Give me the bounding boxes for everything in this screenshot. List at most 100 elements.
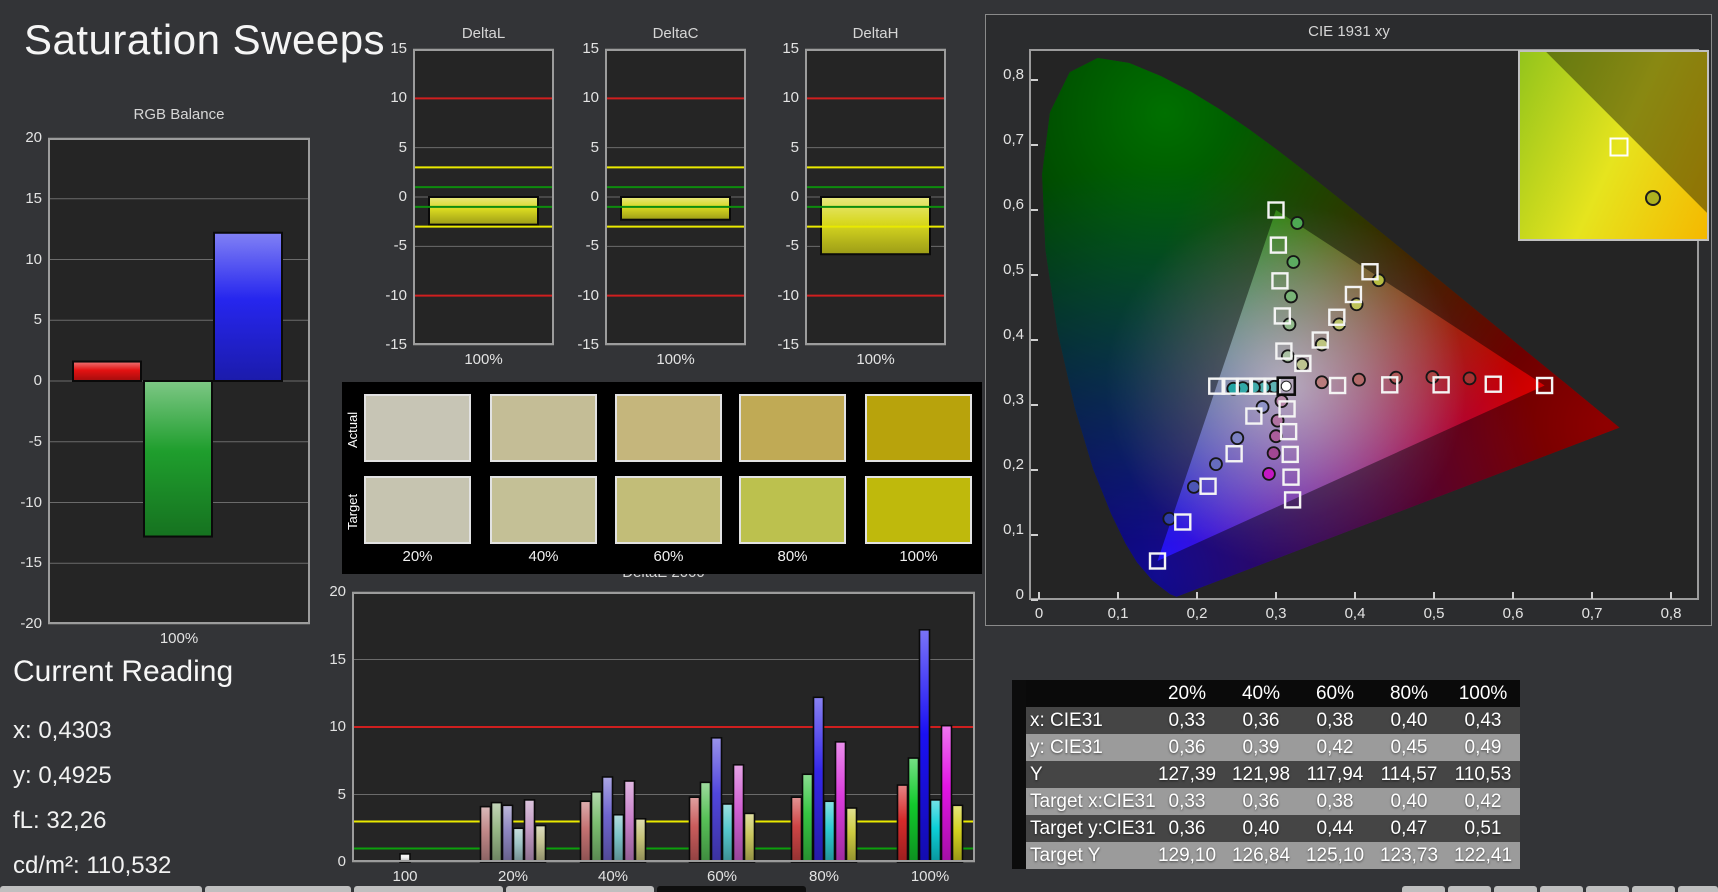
y-tick-label: -20 <box>20 615 42 632</box>
table-row-label: Target x:CIE31 <box>1030 791 1156 812</box>
y-tick-label: -10 <box>385 286 407 304</box>
x-axis-label: 20% <box>497 868 529 885</box>
current-reading-value: x: 0,4303 <box>13 717 112 744</box>
measured-point-red <box>1462 371 1477 386</box>
swatch-actual-80% <box>739 394 846 462</box>
y-tick-label: -15 <box>777 336 799 353</box>
table-row-label: Y <box>1030 764 1043 785</box>
x-tick-label: 0,6 <box>1502 605 1524 622</box>
swatch-col-label: 100% <box>899 548 938 565</box>
y-tick-label: 0,7 <box>1003 131 1024 148</box>
y-tick-label: 0 <box>790 188 799 205</box>
swatch-panel: Actual Target 20% 40% 60% 80% 100% <box>342 382 982 574</box>
table-row: Target y:CIE31 0,36 0,40 0,44 0,47 0,51 <box>1026 815 1520 842</box>
table-cell: 0,49 <box>1464 737 1502 758</box>
delta-l-chart <box>413 48 554 346</box>
chart-title: CIE 1931 xy <box>1308 23 1390 40</box>
y-tick-label: 0,2 <box>1003 456 1024 473</box>
y-tick-label: -5 <box>785 237 799 255</box>
table-cell: 117,94 <box>1306 764 1364 785</box>
y-tick-label: 15 <box>582 40 599 57</box>
tab-1[interactable] <box>0 886 202 892</box>
table-cell: 0,36 <box>1168 737 1206 758</box>
deltae-bar <box>834 741 847 863</box>
table-cell: 0,51 <box>1464 818 1502 839</box>
deltae-bar <box>801 773 814 863</box>
tab-11[interactable] <box>1632 886 1675 892</box>
deltae-2000-chart <box>352 591 975 863</box>
measured-point-blue <box>1209 457 1223 472</box>
page-title: Saturation Sweeps <box>24 16 386 63</box>
saturation-sweeps-page: Saturation Sweeps -20 -15 -10 -5 0 5 10 15 20 RGB … <box>0 0 1718 892</box>
table-cell: 0,45 <box>1390 737 1428 758</box>
table-cell: 0,36 <box>1168 818 1206 839</box>
table-row-label: Target Y <box>1030 845 1101 866</box>
deltae-bar <box>479 805 492 863</box>
deltae-bar <box>534 824 547 863</box>
swatch-target-100% <box>865 476 972 544</box>
swatch-col-label: 80% <box>777 548 808 565</box>
y-tick-label: 5 <box>337 785 346 803</box>
tab-6[interactable] <box>1402 886 1445 892</box>
cie-inset-zoom <box>1518 50 1709 241</box>
tab-7[interactable] <box>1448 886 1491 892</box>
table-cell: 0,38 <box>1316 791 1354 812</box>
bar-blue <box>213 231 283 382</box>
deltae-bar <box>688 796 701 863</box>
table-cell: 0,40 <box>1390 710 1428 731</box>
chart-title: DeltaL <box>461 25 506 42</box>
swatch-col-label: 40% <box>528 548 559 565</box>
deltae-bar <box>812 696 825 863</box>
y-tick-label: 0,3 <box>1003 391 1024 408</box>
deltae-bar <box>721 803 734 863</box>
x-axis-label: 100% <box>856 351 895 368</box>
tab-4[interactable] <box>506 886 654 892</box>
table-row: Target Y 129,10 126,84 125,10 123,73 122,41 <box>1026 842 1520 869</box>
deltae-bar <box>940 724 953 863</box>
table-row: x: CIE31 0,33 0,36 0,38 0,40 0,43 <box>1026 707 1520 734</box>
deltae-bar <box>918 628 931 863</box>
tab-3[interactable] <box>354 886 503 892</box>
x-axis-label: 60% <box>706 868 738 885</box>
measured-point-red <box>1314 375 1329 390</box>
tab-10[interactable] <box>1586 886 1629 892</box>
swatch-target-40% <box>490 476 597 544</box>
table-cell: 114,57 <box>1380 764 1438 785</box>
table-cell: 0,42 <box>1464 791 1502 812</box>
table-header-row: 20% 40% 60% 80% 100% <box>1026 680 1520 707</box>
table-cell: 127,39 <box>1157 764 1217 785</box>
deltae-bar <box>710 737 723 863</box>
x-tick-label: 0,1 <box>1107 605 1129 622</box>
table-row: y: CIE31 0,36 0,39 0,42 0,45 0,49 <box>1026 734 1520 761</box>
deltae-bar <box>623 780 636 863</box>
delta-c-chart <box>605 48 746 346</box>
inset-target-square <box>1609 137 1629 157</box>
tab-2[interactable] <box>205 886 351 892</box>
tab-8[interactable] <box>1494 886 1537 892</box>
bar-100% <box>620 196 731 221</box>
measured-point-blue <box>1230 431 1245 446</box>
y-tick-label: 0 <box>33 372 42 389</box>
y-tick-label: 10 <box>582 89 599 107</box>
deltae-bar <box>896 784 909 863</box>
deltae-bar <box>579 800 592 863</box>
measured-point-green <box>1286 255 1301 269</box>
deltae-bar <box>951 804 964 863</box>
deltae-bar <box>612 813 625 863</box>
y-tick-label: -5 <box>585 237 599 255</box>
table-cell: 0,40 <box>1390 791 1428 812</box>
measured-point-yellow <box>1295 357 1309 372</box>
y-tick-label: -15 <box>385 336 407 353</box>
y-tick-label: 15 <box>390 40 407 57</box>
tab-12[interactable] <box>1678 886 1718 892</box>
tab-9[interactable] <box>1540 886 1583 892</box>
chart-title: DeltaC <box>652 25 699 42</box>
measured-point-green <box>1284 289 1298 304</box>
swatch-actual-60% <box>615 394 722 462</box>
table-row: Y 127,39 121,98 117,94 114,57 110,53 <box>1026 761 1520 788</box>
deltae-bar <box>845 807 858 863</box>
tab-5-selected[interactable] <box>657 886 806 892</box>
bar-red <box>72 360 142 382</box>
table-row: Target x:CIE31 0,33 0,36 0,38 0,40 0,42 <box>1026 788 1520 815</box>
table-cell: 129,10 <box>1157 845 1217 866</box>
